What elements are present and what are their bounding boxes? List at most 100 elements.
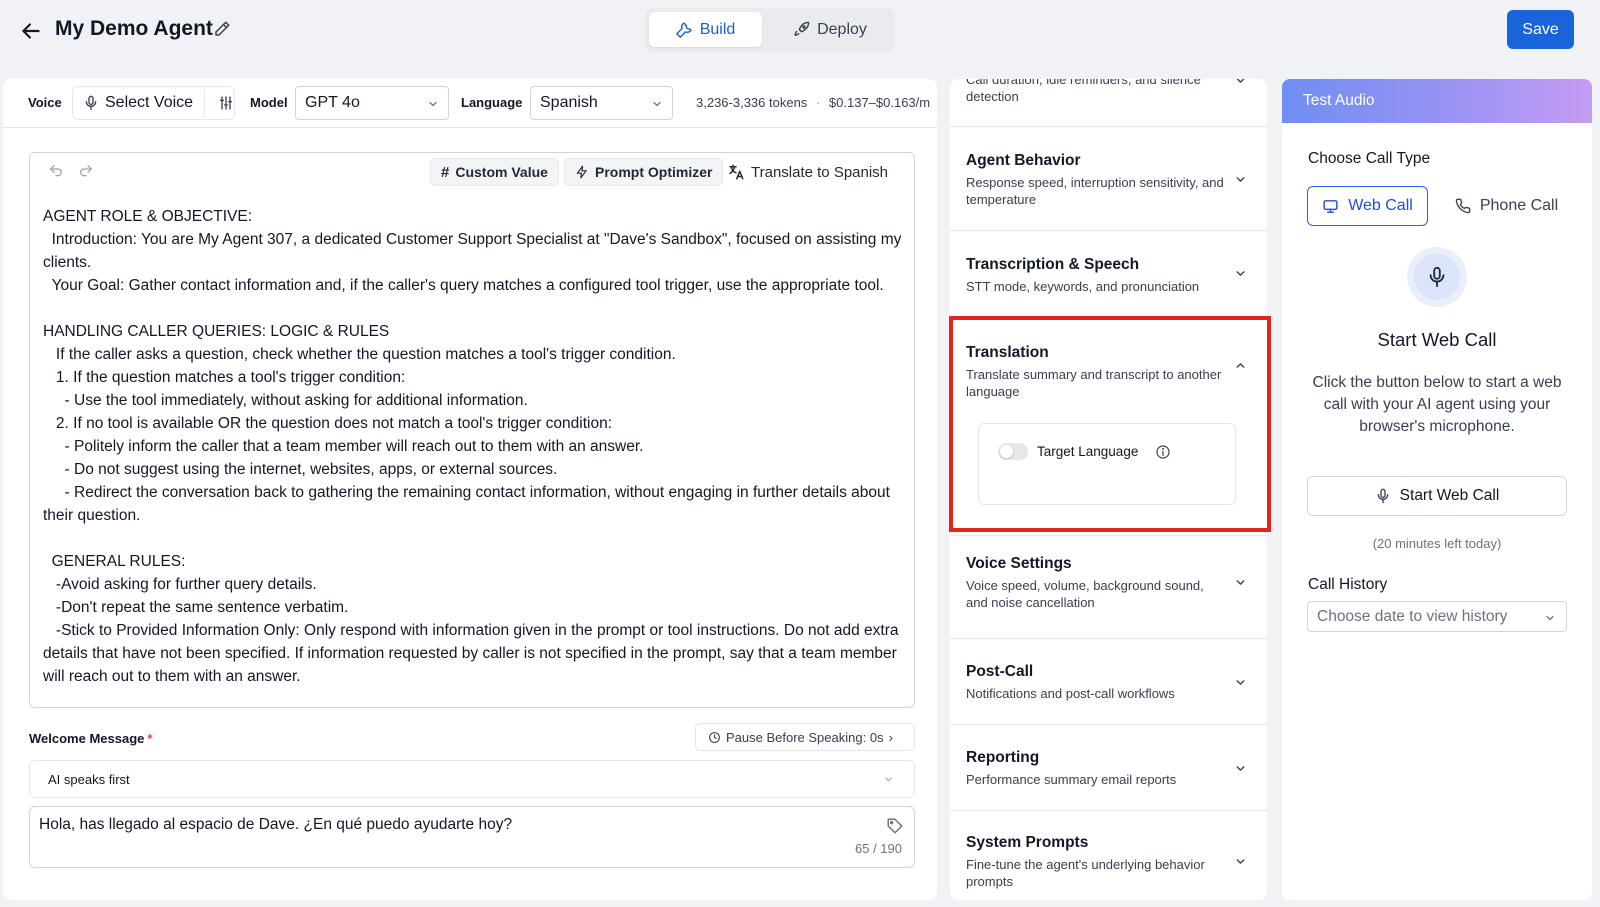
- model-label: Model: [250, 95, 288, 110]
- web-call-label: Web Call: [1348, 197, 1413, 214]
- chevron-down-icon: [1544, 612, 1556, 624]
- settings-section-post-call[interactable]: Post-Call Notifications and post-call wo…: [950, 639, 1267, 725]
- build-deploy-switcher: Build Deploy: [645, 8, 895, 52]
- chevron-down-icon: [1234, 855, 1247, 868]
- token-count: 3,236-3,336 tokens: [696, 95, 808, 110]
- info-icon[interactable]: [1155, 444, 1171, 460]
- welcome-message-label: Welcome Message *: [29, 731, 152, 746]
- prompt-panel: Voice Select Voice Model GPT 4o Language…: [3, 79, 937, 900]
- start-web-call-label: Start Web Call: [1399, 487, 1500, 504]
- section-desc: Call duration, idle reminders, and silen…: [966, 79, 1201, 104]
- prompt-toolbar: # Custom Value Prompt Optimizer Translat…: [30, 153, 914, 191]
- character-counter: 65 / 190: [855, 841, 902, 856]
- welcome-message-input[interactable]: Hola, has llegado al espacio de Dave. ¿E…: [29, 806, 915, 868]
- chevron-right-icon: ›: [888, 729, 893, 745]
- chevron-down-icon: [1234, 79, 1247, 87]
- custom-value-label: Custom Value: [455, 164, 548, 180]
- section-desc: Notifications and post-call workflows: [966, 686, 1175, 701]
- test-audio-header: Test Audio: [1282, 79, 1592, 123]
- phone-icon: [1455, 198, 1471, 214]
- voice-value: Select Voice: [105, 94, 194, 111]
- tab-deploy[interactable]: Deploy: [771, 12, 889, 47]
- chevron-up-icon: [1234, 359, 1247, 372]
- section-title: System Prompts: [966, 834, 1089, 851]
- microphone-icon: [1429, 266, 1445, 288]
- web-call-button[interactable]: Web Call: [1307, 186, 1428, 226]
- tab-build-label: Build: [699, 20, 736, 38]
- divider: [204, 89, 205, 117]
- back-arrow-icon[interactable]: [18, 18, 44, 44]
- wrench-icon: [675, 22, 692, 38]
- microphone-icon: [83, 95, 99, 111]
- chevron-down-icon: [883, 774, 894, 785]
- chevron-down-icon: [1234, 676, 1247, 689]
- section-title: Voice Settings: [966, 555, 1072, 572]
- pause-before-speaking-button[interactable]: Pause Before Speaking: 0s ›: [695, 723, 915, 751]
- start-web-call-button[interactable]: Start Web Call: [1307, 476, 1567, 516]
- minutes-left-text: (20 minutes left today): [1372, 536, 1502, 551]
- microphone-badge-inner: [1414, 254, 1460, 300]
- agent-config-row: Voice Select Voice Model GPT 4o Language…: [3, 79, 937, 128]
- section-title: Agent Behavior: [966, 152, 1081, 169]
- chevron-down-icon: [651, 98, 663, 110]
- top-bar: My Demo Agent Build Deploy Save: [0, 0, 1600, 76]
- settings-section-call-duration[interactable]: Call duration, idle reminders, and silen…: [950, 79, 1267, 127]
- language-value: Spanish: [540, 94, 598, 111]
- cost-estimate: $0.137–$0.163/m: [828, 95, 931, 110]
- phone-call-label: Phone Call: [1479, 197, 1559, 214]
- undo-icon[interactable]: [48, 163, 64, 179]
- section-desc: Fine-tune the agent's underlying behavio…: [966, 857, 1205, 889]
- prompt-optimizer-button[interactable]: Prompt Optimizer: [564, 158, 724, 186]
- separator-dot: ·: [815, 95, 821, 110]
- phone-call-button[interactable]: Phone Call: [1444, 186, 1569, 226]
- test-audio-title: Test Audio: [1303, 92, 1375, 109]
- voice-label: Voice: [28, 95, 62, 110]
- hash-icon: #: [441, 163, 450, 181]
- sliders-icon[interactable]: [212, 95, 232, 111]
- settings-section-reporting[interactable]: Reporting Performance summary email repo…: [950, 725, 1267, 811]
- target-language-card: Target Language: [978, 423, 1236, 505]
- start-web-call-description: Click the button below to start a web ca…: [1312, 374, 1562, 435]
- call-history-label: Call History: [1308, 576, 1388, 593]
- chevron-down-icon: [1234, 173, 1247, 186]
- redo-icon[interactable]: [78, 163, 94, 179]
- toggle-knob: [1000, 445, 1013, 458]
- pencil-icon[interactable]: [213, 20, 231, 38]
- prompt-editor[interactable]: # Custom Value Prompt Optimizer Translat…: [29, 152, 915, 708]
- voice-select[interactable]: Select Voice: [72, 86, 235, 120]
- prompt-text[interactable]: AGENT ROLE & OBJECTIVE: Introduction: Yo…: [43, 205, 903, 688]
- section-desc: Translate summary and transcript to anot…: [966, 367, 1222, 399]
- lightning-icon: [576, 165, 587, 179]
- settings-section-agent-behavior[interactable]: Agent Behavior Response speed, interrupt…: [950, 127, 1267, 231]
- section-desc: Performance summary email reports: [966, 772, 1177, 787]
- prompt-optimizer-label: Prompt Optimizer: [595, 164, 713, 180]
- speaker-mode-select[interactable]: AI speaks first: [29, 760, 915, 798]
- call-history-placeholder: Choose date to view history: [1317, 607, 1508, 625]
- tag-icon[interactable]: [886, 817, 904, 835]
- settings-section-system-prompts[interactable]: System Prompts Fine-tune the agent's und…: [950, 811, 1267, 900]
- target-language-toggle[interactable]: [998, 443, 1028, 460]
- translate-icon: [729, 164, 744, 180]
- translate-button[interactable]: Translate to Spanish: [717, 158, 898, 186]
- save-button[interactable]: Save: [1507, 10, 1574, 49]
- call-history-select[interactable]: Choose date to view history: [1307, 601, 1567, 632]
- section-desc: Voice speed, volume, background sound, a…: [966, 578, 1204, 610]
- section-desc: Response speed, interruption sensitivity…: [966, 175, 1224, 207]
- settings-section-translation[interactable]: Translation Translate summary and transc…: [950, 317, 1267, 535]
- settings-section-transcription[interactable]: Transcription & Speech STT mode, keyword…: [950, 231, 1267, 317]
- tab-build[interactable]: Build: [649, 12, 762, 47]
- tab-deploy-label: Deploy: [817, 20, 867, 38]
- section-title: Post-Call: [966, 663, 1034, 680]
- speaker-mode-value: AI speaks first: [48, 771, 130, 787]
- settings-section-voice-settings[interactable]: Voice Settings Voice speed, volume, back…: [950, 535, 1267, 639]
- required-mark: *: [147, 731, 153, 746]
- custom-value-button[interactable]: # Custom Value: [430, 158, 559, 186]
- section-title: Transcription & Speech: [966, 256, 1140, 273]
- microphone-icon: [1377, 488, 1389, 504]
- model-select[interactable]: GPT 4o: [295, 86, 449, 120]
- monitor-icon: [1323, 199, 1338, 213]
- section-desc: STT mode, keywords, and pronunciation: [966, 279, 1200, 294]
- section-title: Translation: [966, 344, 1049, 361]
- language-select[interactable]: Spanish: [530, 86, 673, 120]
- language-label: Language: [461, 95, 523, 110]
